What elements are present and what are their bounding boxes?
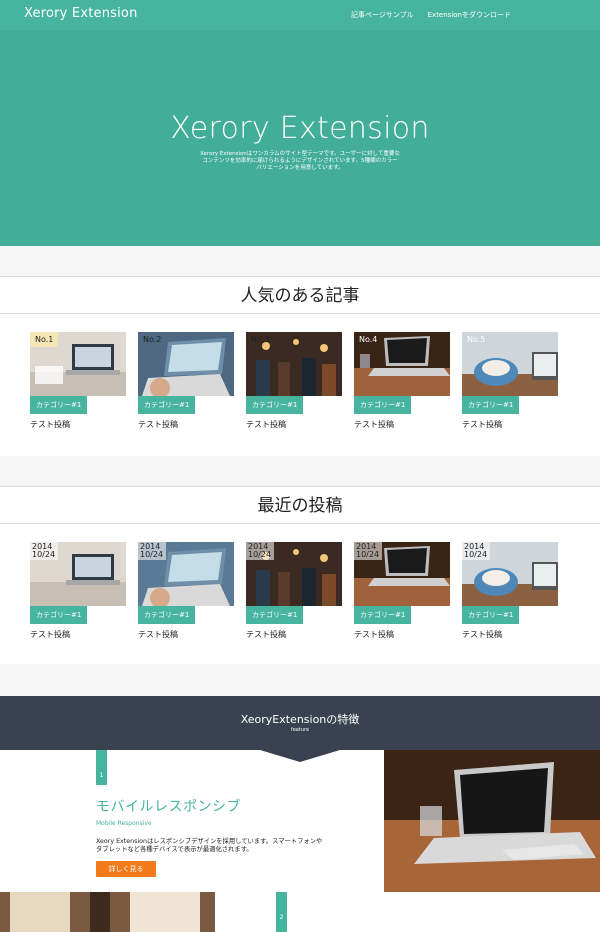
brand-logo[interactable]: Xerory Extension (24, 6, 138, 21)
top-bar: Xerory Extension 記事ページサンプル Extensionをダウン… (0, 0, 600, 30)
date-month-day: 10/24 (248, 550, 272, 559)
post-title[interactable]: テスト投稿 (30, 629, 70, 640)
category-tag[interactable]: カテゴリー#1 (30, 606, 88, 624)
post-title[interactable]: テスト投稿 (30, 419, 70, 430)
date-badge: 2014 10/24 (138, 542, 166, 560)
popular-card-1[interactable]: No.1 カテゴリー#1 テスト投稿 (30, 332, 126, 429)
main-nav: 記事ページサンプル Extensionをダウンロード (351, 10, 511, 20)
feature-header-arrow (260, 750, 340, 762)
post-title[interactable]: テスト投稿 (138, 419, 178, 430)
recent-section-header: 最近の投稿 (0, 486, 600, 524)
post-title[interactable]: テスト投稿 (462, 419, 502, 430)
popular-list: No.1 カテゴリー#1 テスト投稿 No.2 カテゴリー#1 テスト投稿 No… (30, 332, 570, 432)
post-title[interactable]: テスト投稿 (354, 629, 394, 640)
date-badge: 2014 10/24 (354, 542, 382, 560)
read-more-button[interactable]: 詳しく見る (96, 861, 156, 877)
recent-card-3[interactable]: 2014 10/24 カテゴリー#1 テスト投稿 (246, 542, 342, 639)
recent-card-2[interactable]: 2014 10/24 カテゴリー#1 テスト投稿 (138, 542, 234, 639)
feature-subtitle: feature (290, 727, 310, 733)
feature-item-description: Xeory Extensionはレスポンシブデザインを採用しています。スマートフ… (96, 838, 323, 853)
feature-title: XeoryExtensionの特徴 (240, 713, 360, 726)
feature-item-subtitle: Mobile Responsive (96, 820, 152, 827)
feature-number-badge: 1 (96, 750, 107, 785)
feature-image (384, 750, 600, 892)
popular-card-3[interactable]: No.3 カテゴリー#1 テスト投稿 (246, 332, 342, 429)
rank-badge: No.1 (30, 332, 59, 347)
post-title[interactable]: テスト投稿 (246, 629, 286, 640)
post-title[interactable]: テスト投稿 (462, 629, 502, 640)
category-tag[interactable]: カテゴリー#1 (30, 396, 88, 414)
category-tag[interactable]: カテゴリー#1 (354, 396, 412, 414)
popular-card-4[interactable]: No.4 カテゴリー#1 テスト投稿 (354, 332, 450, 429)
feature-number-badge-2: 2 (276, 892, 287, 932)
date-month-day: 10/24 (140, 550, 164, 559)
post-thumbnail[interactable]: 2014 10/24 (30, 542, 126, 606)
rank-badge: No.3 (251, 335, 270, 344)
post-title[interactable]: テスト投稿 (354, 419, 394, 430)
post-thumbnail[interactable]: 2014 10/24 (462, 542, 558, 606)
hero-title: Xerory Extension (170, 111, 430, 146)
date-badge: 2014 10/24 (462, 542, 490, 560)
feature-header: XeoryExtensionの特徴 feature (0, 696, 600, 750)
date-month-day: 10/24 (356, 550, 380, 559)
feature-item-1 (0, 750, 384, 892)
recent-section-title: 最近の投稿 (257, 496, 343, 516)
post-thumbnail[interactable]: 2014 10/24 (354, 542, 450, 606)
post-thumbnail[interactable]: 2014 10/24 (246, 542, 342, 606)
post-title[interactable]: テスト投稿 (138, 629, 178, 640)
post-thumbnail[interactable]: 2014 10/24 (138, 542, 234, 606)
category-tag[interactable]: カテゴリー#1 (462, 396, 520, 414)
nav-item-article-sample[interactable]: 記事ページサンプル (351, 10, 414, 20)
feature-item-title: モバイルレスポンシブ (96, 799, 241, 815)
popular-section-title: 人気のある記事 (240, 286, 360, 306)
date-month-day: 10/24 (32, 550, 56, 559)
post-thumbnail[interactable]: No.1 (30, 332, 126, 396)
category-tag[interactable]: カテゴリー#1 (138, 396, 196, 414)
rank-badge: No.5 (467, 335, 486, 344)
recent-card-1[interactable]: 2014 10/24 カテゴリー#1 テスト投稿 (30, 542, 126, 639)
nav-item-download[interactable]: Extensionをダウンロード (428, 10, 511, 20)
post-title[interactable]: テスト投稿 (246, 419, 286, 430)
popular-section-header: 人気のある記事 (0, 276, 600, 314)
category-tag[interactable]: カテゴリー#1 (354, 606, 412, 624)
post-thumbnail[interactable]: No.3 (246, 332, 342, 396)
post-thumbnail[interactable]: No.2 (138, 332, 234, 396)
rank-badge: No.2 (143, 335, 162, 344)
category-tag[interactable]: カテゴリー#1 (138, 606, 196, 624)
popular-card-5[interactable]: No.5 カテゴリー#1 テスト投稿 (462, 332, 558, 429)
hero-description: Xerory Extensionはワンカラムのサイト型テーマです。ユーザーに対し… (200, 151, 400, 172)
rank-badge: No.4 (359, 335, 378, 344)
category-tag[interactable]: カテゴリー#1 (462, 606, 520, 624)
date-badge: 2014 10/24 (30, 542, 58, 560)
popular-card-2[interactable]: No.2 カテゴリー#1 テスト投稿 (138, 332, 234, 429)
recent-card-5[interactable]: 2014 10/24 カテゴリー#1 テスト投稿 (462, 542, 558, 639)
post-thumbnail[interactable]: No.5 (462, 332, 558, 396)
recent-list: 2014 10/24 カテゴリー#1 テスト投稿 2014 10/24 カテゴリ… (30, 542, 570, 642)
feature-image-2 (0, 892, 215, 932)
category-tag[interactable]: カテゴリー#1 (246, 606, 304, 624)
date-month-day: 10/24 (464, 550, 488, 559)
recent-card-4[interactable]: 2014 10/24 カテゴリー#1 テスト投稿 (354, 542, 450, 639)
hero-section: Xerory Extension Xerory Extensionはワンカラムの… (0, 30, 600, 246)
category-tag[interactable]: カテゴリー#1 (246, 396, 304, 414)
post-thumbnail[interactable]: No.4 (354, 332, 450, 396)
date-badge: 2014 10/24 (246, 542, 274, 560)
